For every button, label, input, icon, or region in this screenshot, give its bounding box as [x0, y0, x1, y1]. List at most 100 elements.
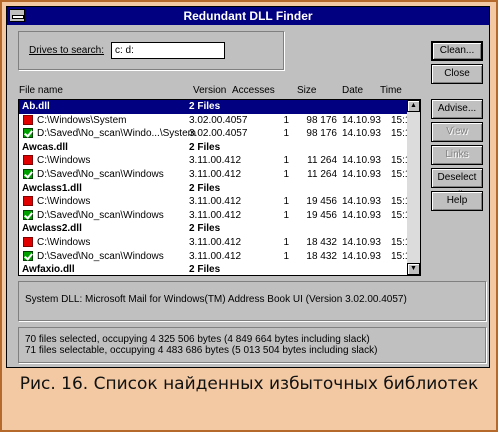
file-size: 19 456: [306, 196, 337, 208]
scroll-up-icon[interactable]: ▲: [407, 100, 420, 112]
col-header-accesses[interactable]: Accesses: [232, 85, 275, 96]
dll-group-row[interactable]: Awclass2.dll 2 Files: [19, 222, 417, 236]
dll-group-row[interactable]: Ab.dll 2 Files: [19, 100, 417, 114]
vertical-scrollbar[interactable]: ▲ ▼: [407, 99, 421, 276]
file-count: 2 Files: [189, 141, 221, 153]
figure-caption: Рис. 16. Список найденных избыточных биб…: [19, 374, 479, 394]
file-count: 2 Files: [189, 223, 221, 235]
stats-selectable: 71 files selectable, occupying 4 483 686…: [25, 345, 378, 356]
file-accesses: 1: [283, 196, 289, 208]
checked-box-icon[interactable]: [23, 128, 33, 139]
unchecked-box-icon[interactable]: [23, 236, 33, 247]
file-date: 14.10.93: [342, 155, 381, 167]
clean-button[interactable]: Clean...: [431, 41, 483, 61]
file-size: 98 176: [306, 128, 337, 140]
file-count: 2 Files: [189, 101, 221, 112]
file-row[interactable]: C:\Windows 3.11.00.412 1 19 456 14.10.93 15:1…: [19, 195, 417, 209]
file-size: 98 176: [306, 114, 337, 126]
drives-label: Drives to search:: [29, 45, 105, 56]
advise-button[interactable]: Advise...: [431, 99, 483, 119]
file-row[interactable]: D:\Saved\No_scan\Windows 3.11.00.412 1 18 4…: [19, 250, 417, 264]
file-date: 14.10.93: [342, 236, 381, 248]
window-title: Redundant DLL Finder: [183, 9, 313, 23]
deselect-all-button[interactable]: Deselect All: [431, 168, 483, 201]
file-size: 19 456: [306, 209, 337, 221]
dll-group-row[interactable]: Awcas.dll 2 Files: [19, 141, 417, 155]
system-dll-text: System DLL: Microsoft Mail for Windows(T…: [25, 294, 407, 305]
stats-selected: 70 files selected, occupying 4 325 506 b…: [25, 334, 370, 345]
unchecked-box-icon[interactable]: [23, 196, 33, 207]
file-accesses: 1: [283, 250, 289, 262]
file-accesses: 1: [283, 209, 289, 221]
file-row[interactable]: D:\Saved\No_scan\Windows 3.11.00.412 1 19 4…: [19, 209, 417, 223]
file-size: 18 432: [306, 236, 337, 248]
file-version: 3.02.00.4057: [189, 128, 248, 140]
col-header-date[interactable]: Date: [342, 85, 363, 96]
file-count: 2 Files: [189, 182, 221, 194]
file-version: 3.11.00.412: [189, 250, 242, 262]
drives-group: Drives to search: c: d:: [18, 31, 284, 70]
file-date: 14.10.93: [342, 128, 381, 140]
file-size: 11 264: [307, 155, 337, 167]
file-path: D:\Saved\No_scan\Windows: [37, 168, 164, 180]
col-header-time[interactable]: Time: [380, 85, 402, 96]
file-row[interactable]: C:\Windows 3.11.00.412 1 18 432 14.10.93 15:1…: [19, 236, 417, 250]
file-accesses: 1: [283, 114, 289, 126]
file-date: 14.10.93: [342, 114, 381, 126]
file-row[interactable]: D:\Saved\No_scan\Windo...\System 3.02.00.…: [19, 127, 417, 141]
file-version: 3.11.00.412: [189, 196, 242, 208]
file-date: 14.10.93: [342, 209, 381, 221]
system-dll-panel: System DLL: Microsoft Mail for Windows(T…: [18, 281, 486, 321]
checked-box-icon[interactable]: [23, 250, 33, 261]
unchecked-box-icon[interactable]: [23, 114, 33, 125]
col-header-size[interactable]: Size: [297, 85, 316, 96]
dll-name: Awcas.dll: [22, 141, 68, 153]
dll-name: Awclass2.dll: [22, 223, 82, 235]
file-version: 3.11.00.412: [189, 168, 242, 180]
file-accesses: 1: [283, 236, 289, 248]
view-button[interactable]: View: [431, 122, 483, 142]
file-size: 11 264: [307, 168, 337, 180]
dll-name: Awfaxio.dll: [22, 264, 75, 276]
file-version: 3.02.00.4057: [189, 114, 248, 126]
title-bar: Redundant DLL Finder: [7, 7, 489, 25]
file-path: C:\Windows: [37, 196, 91, 208]
checked-box-icon[interactable]: [23, 168, 33, 179]
file-accesses: 1: [283, 128, 289, 140]
file-count: 2 Files: [189, 264, 221, 276]
col-header-version[interactable]: Version: [193, 85, 226, 96]
checked-box-icon[interactable]: [23, 209, 33, 220]
file-path: C:\Windows\System: [37, 114, 127, 126]
unchecked-box-icon[interactable]: [23, 155, 33, 166]
scroll-down-icon[interactable]: ▼: [407, 263, 420, 275]
file-path: D:\Saved\No_scan\Windows: [37, 250, 164, 262]
file-accesses: 1: [283, 168, 289, 180]
file-date: 14.10.93: [342, 250, 381, 262]
dll-group-row[interactable]: Awfaxio.dll 2 Files: [19, 263, 417, 276]
file-version: 3.11.00.412: [189, 155, 242, 167]
file-path: D:\Saved\No_scan\Windo...\System: [37, 128, 196, 140]
file-path: C:\Windows: [37, 236, 91, 248]
file-row[interactable]: D:\Saved\No_scan\Windows 3.11.00.412 1 11 2…: [19, 168, 417, 182]
dll-finder-window: Redundant DLL Finder Drives to search: c…: [6, 6, 490, 368]
dll-name: Ab.dll: [22, 101, 50, 112]
file-row[interactable]: C:\Windows\System 3.02.00.4057 1 98 176 14.1…: [19, 114, 417, 128]
file-accesses: 1: [283, 155, 289, 167]
dll-group-row[interactable]: Awclass1.dll 2 Files: [19, 182, 417, 196]
file-path: C:\Windows: [37, 155, 91, 167]
links-button[interactable]: Links: [431, 145, 483, 165]
close-button[interactable]: Close: [431, 64, 483, 84]
file-version: 3.11.00.412: [189, 209, 242, 221]
dll-name: Awclass1.dll: [22, 182, 82, 194]
help-button[interactable]: Help: [431, 191, 483, 211]
col-header-filename[interactable]: File name: [19, 85, 63, 96]
stats-panel: 70 files selected, occupying 4 325 506 b…: [18, 327, 486, 363]
dll-list[interactable]: Ab.dll 2 Files C:\Windows\System 3.02.00.40…: [18, 99, 418, 276]
file-version: 3.11.00.412: [189, 236, 242, 248]
file-date: 14.10.93: [342, 168, 381, 180]
file-date: 14.10.93: [342, 196, 381, 208]
file-size: 18 432: [306, 250, 337, 262]
drives-input[interactable]: c: d:: [111, 42, 225, 59]
file-row[interactable]: C:\Windows 3.11.00.412 1 11 264 14.10.93 15:1…: [19, 154, 417, 168]
file-path: D:\Saved\No_scan\Windows: [37, 209, 164, 221]
